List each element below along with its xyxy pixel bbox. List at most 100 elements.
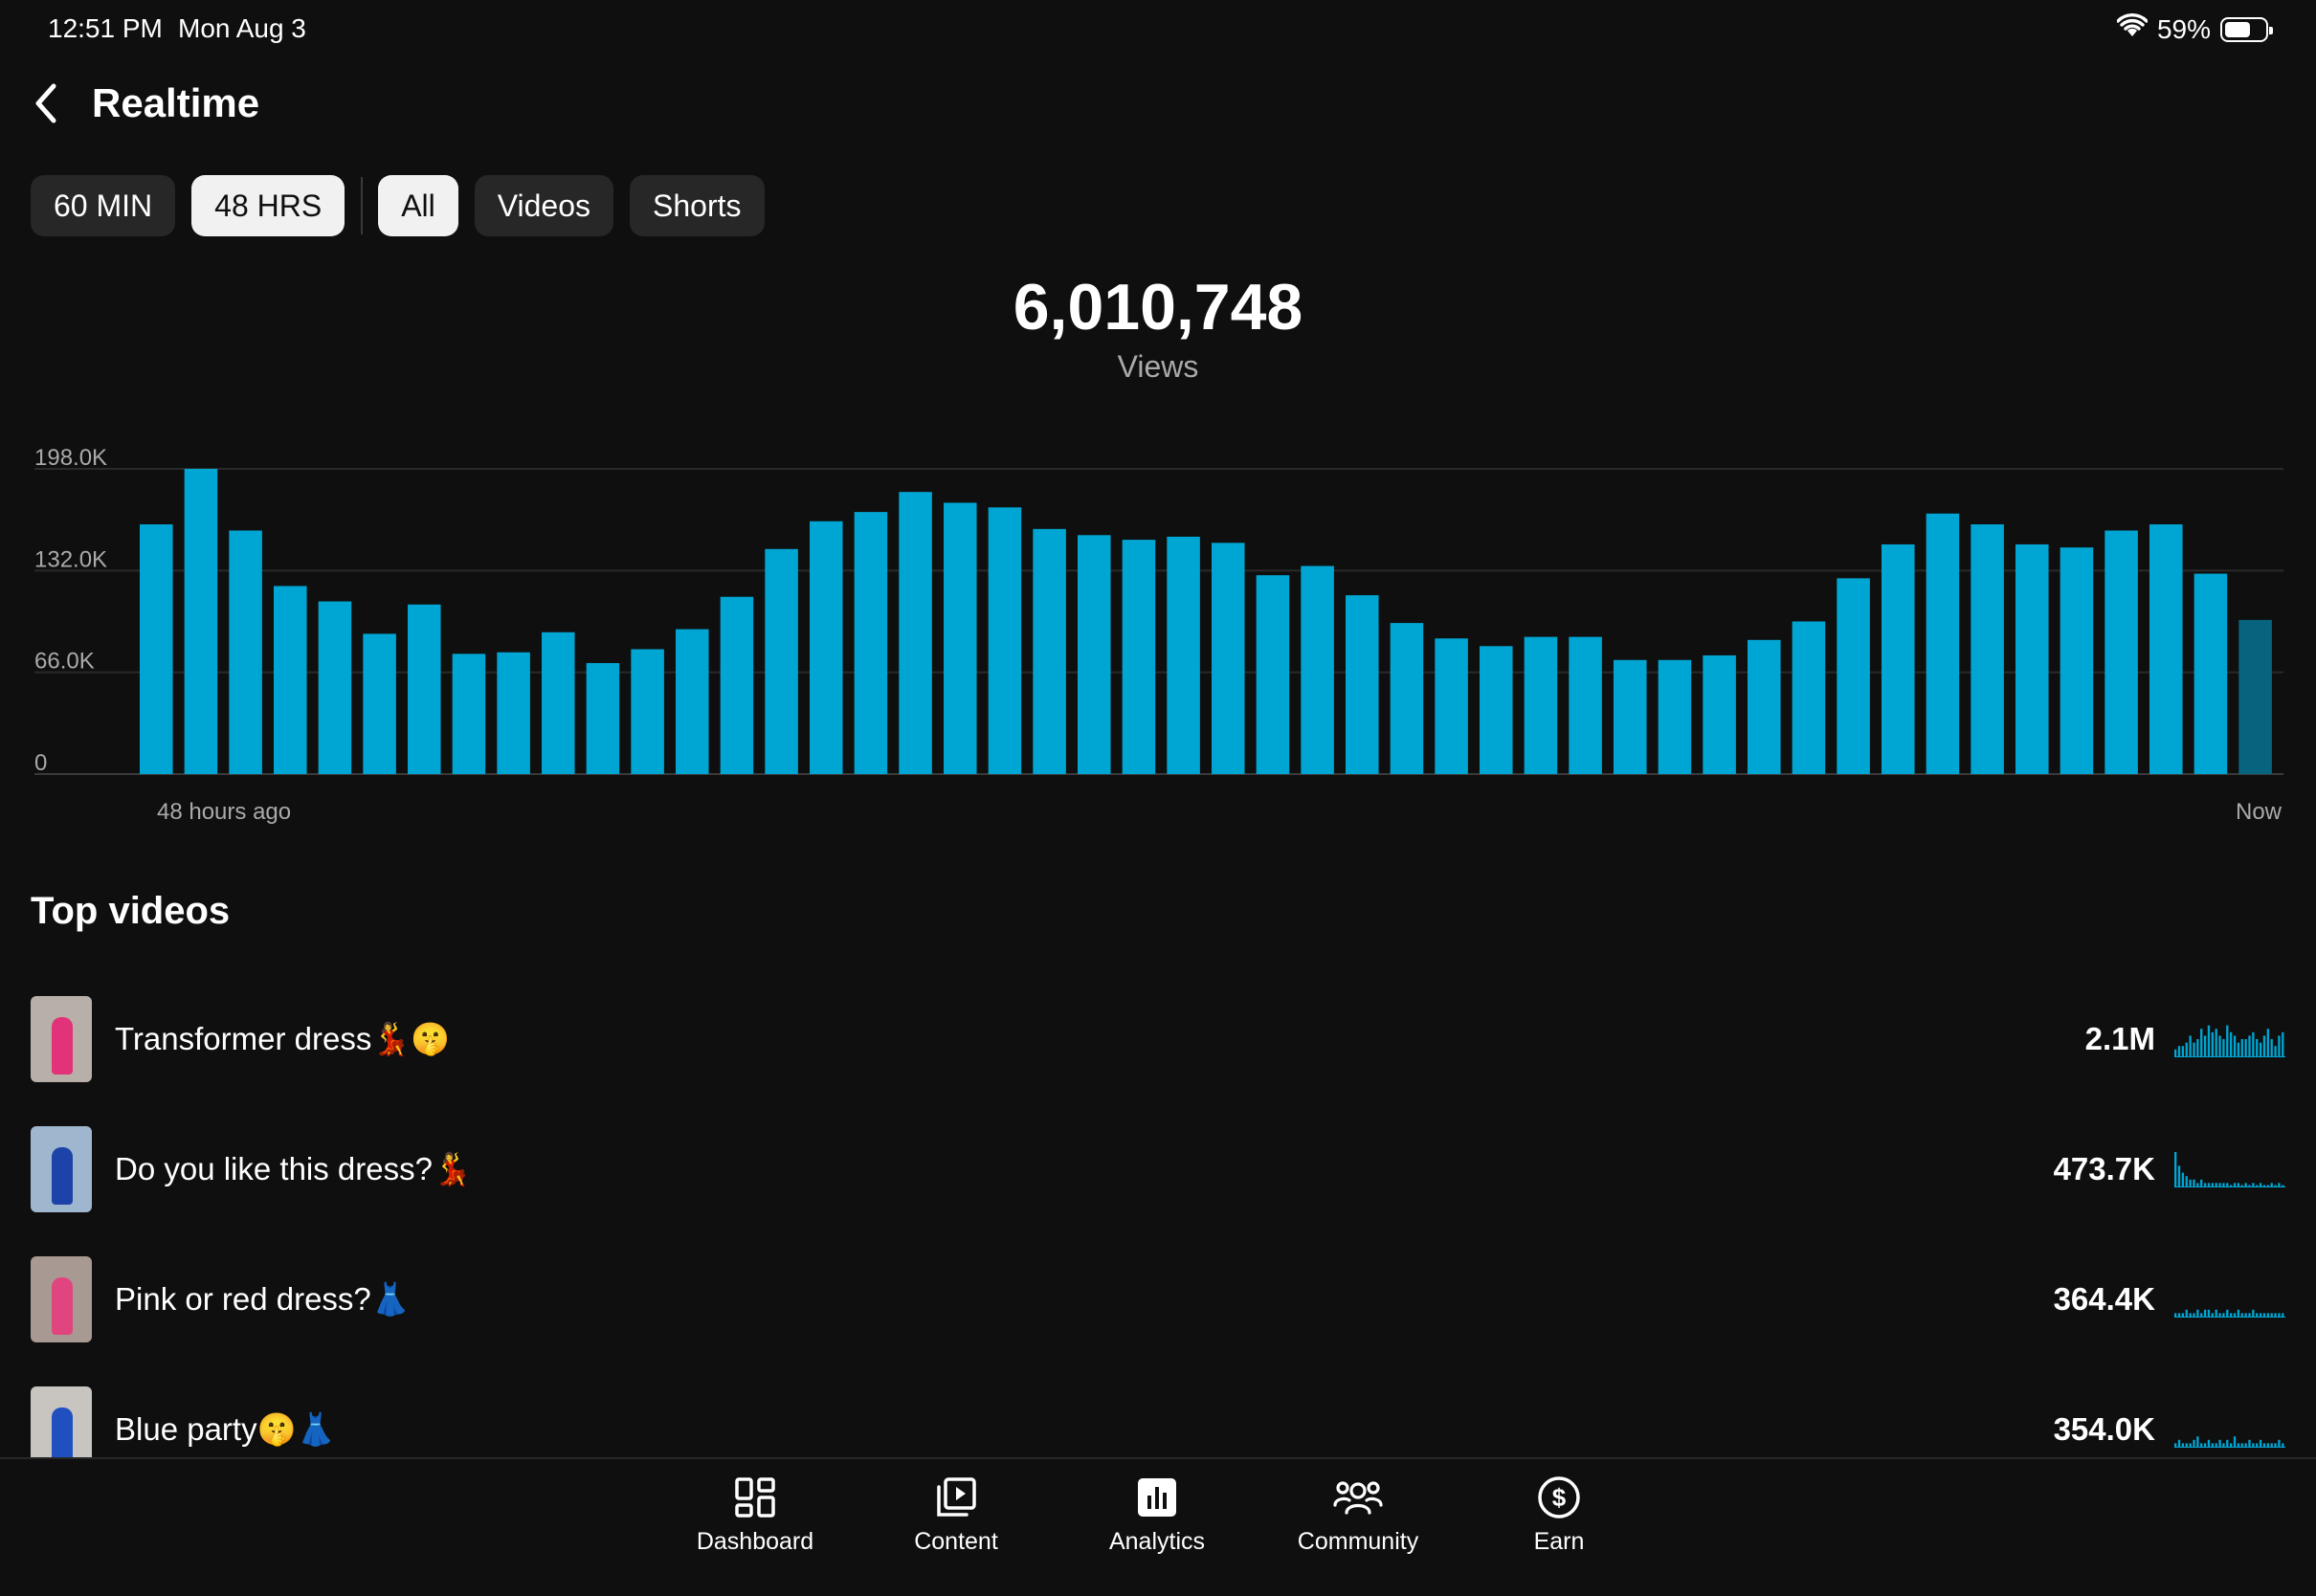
chart-bar[interactable] bbox=[1033, 528, 1066, 774]
chart-bar[interactable] bbox=[1748, 639, 1781, 774]
thumbnail-figure bbox=[52, 1408, 73, 1465]
chart-bar[interactable] bbox=[318, 601, 352, 774]
chip-48-hrs[interactable]: 48 HRS bbox=[191, 175, 345, 236]
content-icon bbox=[937, 1477, 976, 1517]
chart-bar[interactable] bbox=[1480, 646, 1513, 774]
chart-bar[interactable] bbox=[1837, 578, 1870, 774]
chart-bar[interactable] bbox=[2015, 543, 2049, 774]
nav-content[interactable]: Content bbox=[860, 1473, 1052, 1556]
chart-bar[interactable] bbox=[1435, 638, 1468, 774]
sparkline-bar bbox=[2203, 1309, 2207, 1317]
sparkline-bar bbox=[2218, 1439, 2221, 1447]
sparkline-bar bbox=[2270, 1039, 2273, 1056]
sparkline-bar bbox=[2174, 1152, 2177, 1186]
sparkline-bar bbox=[2266, 1029, 2269, 1056]
chart-bar[interactable] bbox=[1122, 540, 1156, 774]
chart-bar[interactable] bbox=[1346, 595, 1379, 774]
chart-bar[interactable] bbox=[1212, 543, 1245, 774]
chart-bar[interactable] bbox=[363, 633, 396, 774]
chip-videos[interactable]: Videos bbox=[474, 175, 614, 236]
nav-label: Community bbox=[1297, 1528, 1419, 1555]
sparkline-bar bbox=[2185, 1042, 2188, 1056]
sparkline-bar bbox=[2226, 1025, 2229, 1056]
sparkline-bar bbox=[2189, 1179, 2192, 1186]
chart-bar[interactable] bbox=[676, 629, 709, 774]
sparkline-bar bbox=[2237, 1183, 2240, 1186]
sparkline-bar bbox=[2252, 1309, 2255, 1317]
chart-bar[interactable] bbox=[944, 502, 977, 774]
chart-bar[interactable] bbox=[1078, 535, 1111, 774]
chip-60-min[interactable]: 60 MIN bbox=[31, 175, 176, 236]
top-videos-title: Top videos bbox=[31, 890, 231, 932]
sparkline-bar bbox=[2233, 1313, 2237, 1317]
top-videos-list: Transformer dress💃🤫 2.1M Do you like thi… bbox=[31, 974, 2285, 1495]
chart-bar[interactable] bbox=[1703, 654, 1736, 774]
sparkline-bar bbox=[2189, 1313, 2192, 1317]
chart-bar[interactable] bbox=[184, 469, 218, 774]
chart-bar[interactable] bbox=[1926, 513, 1960, 774]
chart-bar[interactable] bbox=[1658, 659, 1692, 774]
chart-bar[interactable] bbox=[1256, 575, 1290, 774]
chart-bar[interactable] bbox=[229, 530, 262, 774]
chart-bar[interactable] bbox=[2194, 573, 2228, 774]
chart-bar[interactable] bbox=[810, 521, 843, 774]
sparkline-bar bbox=[2259, 1439, 2262, 1447]
bottom-nav: Dashboard Content Analytics Community $ … bbox=[0, 1457, 2316, 1596]
video-title: Transformer dress💃🤫 bbox=[115, 1020, 451, 1056]
video-row[interactable]: Transformer dress💃🤫 2.1M bbox=[31, 974, 2285, 1104]
sparkline-bar bbox=[2248, 1313, 2251, 1317]
sparkline-bar bbox=[2233, 1436, 2237, 1447]
sparkline-bar bbox=[2240, 1443, 2243, 1447]
chart-bar[interactable] bbox=[1524, 636, 1558, 774]
sparkline-bar bbox=[2174, 1313, 2177, 1317]
nav-community[interactable]: Community bbox=[1262, 1473, 1454, 1556]
sparkline-bar bbox=[2274, 1046, 2277, 1056]
chart-bar[interactable] bbox=[1882, 543, 1915, 774]
sparkline-bar bbox=[2240, 1185, 2243, 1186]
sparkline-bar bbox=[2278, 1313, 2281, 1317]
chart-bar[interactable] bbox=[1301, 565, 1334, 775]
chart-bar[interactable] bbox=[140, 524, 173, 774]
chart-bar[interactable] bbox=[1167, 536, 1200, 774]
chart-bar[interactable] bbox=[2104, 530, 2138, 774]
chart-bar[interactable] bbox=[631, 649, 664, 775]
chart-bar[interactable] bbox=[1792, 621, 1826, 775]
chart-bar[interactable] bbox=[1569, 636, 1602, 774]
video-title: Do you like this dress?💃 bbox=[115, 1150, 473, 1186]
sparkline-bar bbox=[2266, 1443, 2269, 1447]
chart-bar[interactable] bbox=[2060, 547, 2094, 774]
back-button[interactable] bbox=[27, 75, 65, 132]
chart-bar[interactable] bbox=[899, 492, 932, 774]
chart-bar[interactable] bbox=[1971, 524, 2004, 774]
x-start-label: 48 hours ago bbox=[157, 799, 291, 825]
sparkline-bar bbox=[2274, 1313, 2277, 1317]
nav-dashboard[interactable]: Dashboard bbox=[659, 1473, 851, 1556]
chart-bar[interactable] bbox=[586, 663, 620, 774]
chart-bar[interactable] bbox=[720, 596, 754, 774]
sparkline-bar bbox=[2215, 1183, 2217, 1186]
chart-bar-current[interactable] bbox=[2238, 619, 2272, 774]
video-row[interactable]: Pink or red dress?👗 364.4K bbox=[31, 1234, 2285, 1364]
nav-analytics[interactable]: Analytics bbox=[1061, 1473, 1253, 1556]
chart-bar[interactable] bbox=[2149, 524, 2183, 774]
sparkline-bar bbox=[2244, 1039, 2247, 1056]
chart-bar[interactable] bbox=[1614, 659, 1647, 774]
sparkline-bar bbox=[2177, 1313, 2181, 1317]
video-row[interactable]: Do you like this dress?💃 473.7K bbox=[31, 1104, 2285, 1234]
status-date: Mon Aug 3 bbox=[178, 13, 306, 43]
nav-earn[interactable]: $ Earn bbox=[1463, 1473, 1655, 1556]
sparkline-bar bbox=[2218, 1313, 2221, 1317]
chip-all[interactable]: All bbox=[378, 175, 458, 236]
chart-bar[interactable] bbox=[497, 652, 530, 774]
chart-bar[interactable] bbox=[542, 632, 575, 774]
chart-bar[interactable] bbox=[988, 507, 1022, 774]
sparkline-bar bbox=[2256, 1313, 2259, 1317]
chart-bar[interactable] bbox=[854, 512, 888, 774]
chart-bar[interactable] bbox=[765, 548, 798, 774]
chart-bar[interactable] bbox=[1390, 623, 1424, 774]
chart-bar[interactable] bbox=[452, 654, 486, 774]
chip-shorts[interactable]: Shorts bbox=[630, 175, 765, 236]
chart-bar[interactable] bbox=[408, 604, 441, 774]
chart-bar[interactable] bbox=[274, 586, 307, 774]
sparkline-bar bbox=[2215, 1309, 2217, 1317]
